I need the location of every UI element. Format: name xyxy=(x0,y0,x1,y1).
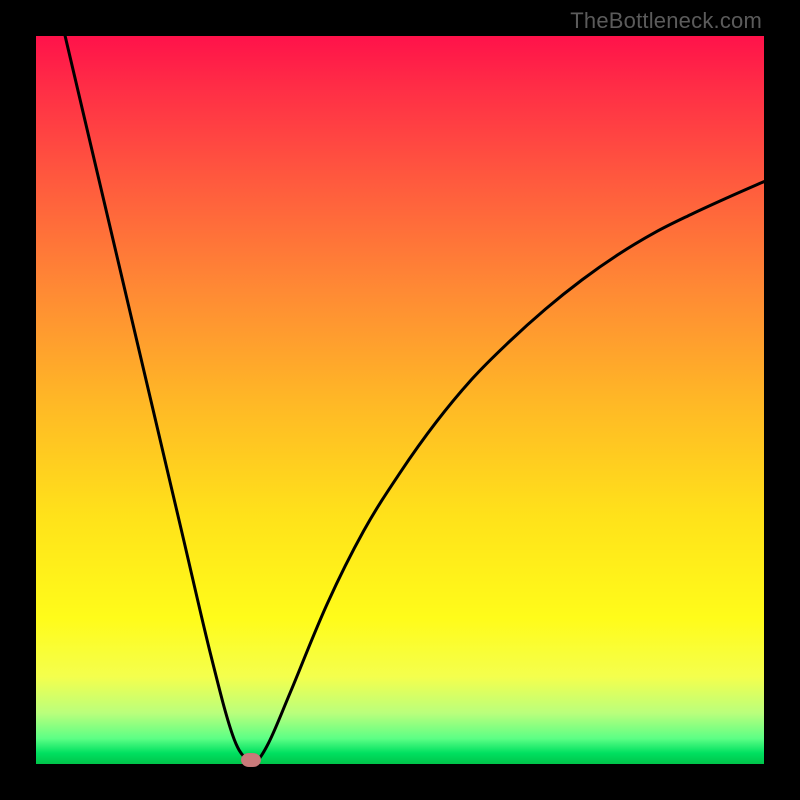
curve-svg xyxy=(36,36,764,764)
minimum-marker xyxy=(241,753,261,767)
watermark-text: TheBottleneck.com xyxy=(570,8,762,34)
plot-area xyxy=(36,36,764,764)
bottleneck-curve xyxy=(65,36,764,766)
chart-frame: TheBottleneck.com xyxy=(0,0,800,800)
